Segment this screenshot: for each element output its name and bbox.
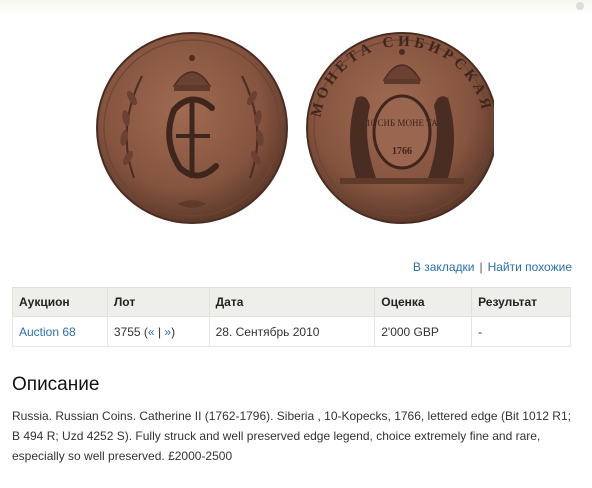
next-lot-link[interactable]: » — [164, 325, 171, 339]
bookmark-link[interactable]: В закладки — [413, 260, 475, 274]
coin-obverse — [96, 32, 288, 224]
find-similar-link[interactable]: Найти похожие — [488, 260, 572, 274]
header-date: Дата — [208, 287, 376, 317]
coin-reverse: МОНЕТА СИБИРСКАЯ 10 СИБ МОНЕ ТА 1766 — [306, 32, 494, 224]
lot-nav-separator: | — [157, 324, 162, 339]
svg-text:1766: 1766 — [392, 146, 412, 157]
table-row: Auction 68 3755 (« | ») 28. Сентябрь 201… — [12, 316, 571, 347]
description-text: Russia. Russian Coins. Catherine II (176… — [12, 409, 571, 463]
page-top-strip — [0, 0, 592, 16]
cell-result: - — [471, 316, 571, 347]
table-header-row: Аукцион Лот Дата Оценка Результат — [12, 287, 571, 317]
svg-text:10 СИБ МОНЕ ТА: 10 СИБ МОНЕ ТА — [366, 118, 438, 128]
coin-image[interactable]: МОНЕТА СИБИРСКАЯ 10 СИБ МОНЕ ТА 1766 — [94, 28, 494, 228]
lot-table: Аукцион Лот Дата Оценка Результат Auctio… — [12, 287, 571, 347]
cell-lot: 3755 (« | ») — [106, 316, 210, 347]
header-estimate: Оценка — [374, 287, 473, 317]
header-result: Результат — [471, 287, 571, 317]
cell-date: 28. Сентябрь 2010 — [208, 316, 376, 347]
corner-icon — [576, 2, 584, 10]
header-lot: Лот — [106, 287, 210, 317]
prev-lot-link[interactable]: « — [148, 325, 155, 339]
cell-auction: Auction 68 — [12, 316, 108, 347]
header-auction: Аукцион — [12, 287, 108, 317]
cell-estimate: 2'000 GBP — [374, 316, 473, 347]
actions-separator: | — [479, 260, 483, 274]
auction-link[interactable]: Auction 68 — [19, 325, 76, 339]
lot-number: 3755 — [113, 324, 141, 339]
description-title: Описание — [12, 374, 100, 395]
lot-actions: В закладки | Найти похожие — [413, 260, 572, 274]
